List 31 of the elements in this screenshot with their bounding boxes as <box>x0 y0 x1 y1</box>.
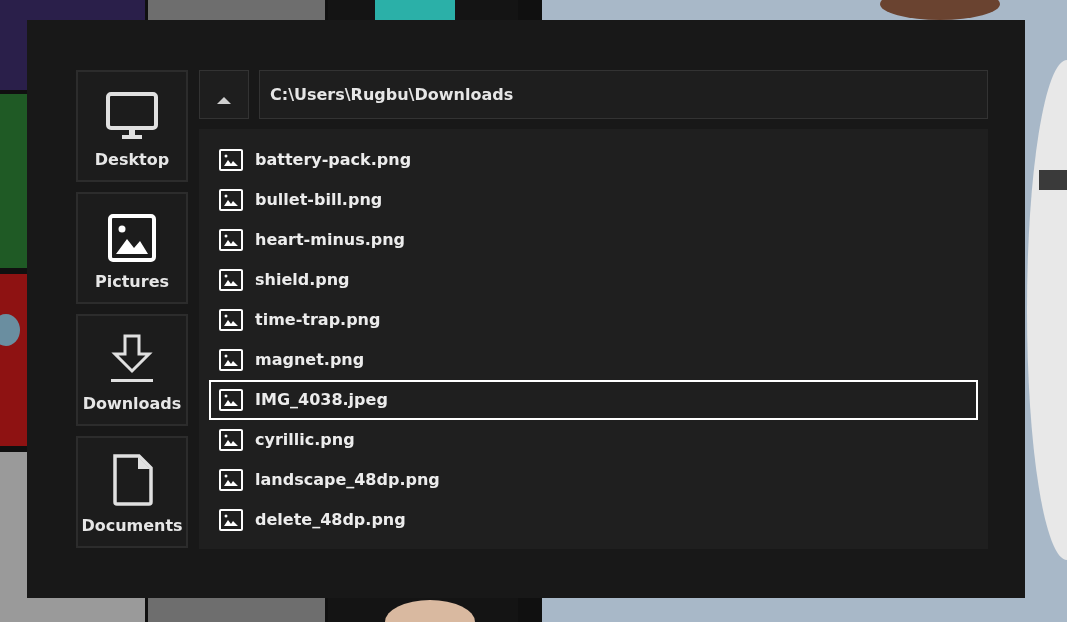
file-row[interactable]: shield.png <box>209 260 978 300</box>
up-button[interactable] <box>199 70 249 119</box>
file-row[interactable]: IMG_4038.jpeg <box>209 380 978 420</box>
place-button[interactable]: Documents <box>76 436 188 548</box>
image-file-icon <box>219 349 243 371</box>
image-file-icon <box>219 469 243 491</box>
image-icon <box>108 214 156 262</box>
place-button[interactable]: Downloads <box>76 314 188 426</box>
image-file-icon <box>219 509 243 531</box>
image-file-icon <box>219 269 243 291</box>
image-file-icon <box>219 189 243 211</box>
path-field[interactable]: C:\Users\Rugbu\Downloads <box>259 70 988 119</box>
image-file-icon <box>219 309 243 331</box>
file-row[interactable]: cyrillic.png <box>209 420 978 460</box>
download-icon <box>111 334 153 384</box>
file-row[interactable]: bullet-bill.png <box>209 180 978 220</box>
document-icon <box>111 454 153 506</box>
file-row[interactable]: heart-minus.png <box>209 220 978 260</box>
place-button[interactable]: Desktop <box>76 70 188 182</box>
file-row[interactable]: landscape_48dp.png <box>209 460 978 500</box>
place-button[interactable]: Pictures <box>76 192 188 304</box>
image-file-icon <box>219 429 243 451</box>
image-file-icon <box>219 389 243 411</box>
file-row[interactable]: delete_48dp.png <box>209 500 978 540</box>
file-row[interactable]: magnet.png <box>209 340 978 380</box>
file-row[interactable]: battery-pack.png <box>209 140 978 180</box>
caret-up-icon <box>217 95 231 104</box>
image-file-icon <box>219 149 243 171</box>
file-row[interactable]: time-trap.png <box>209 300 978 340</box>
image-file-icon <box>219 229 243 251</box>
monitor-icon <box>106 92 158 140</box>
